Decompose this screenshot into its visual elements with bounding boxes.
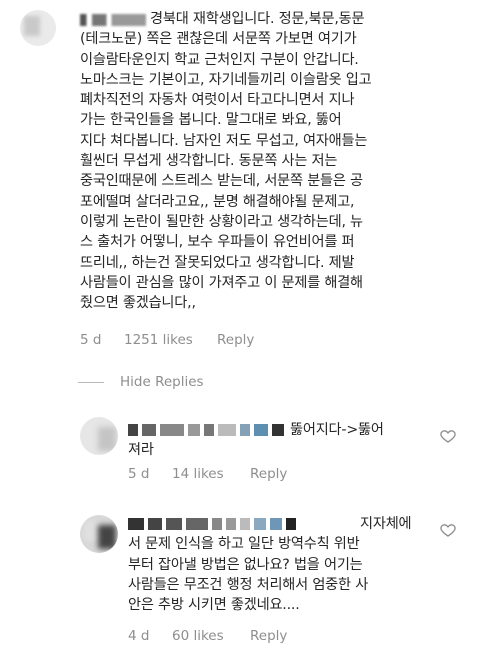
comment-age: 5 d	[128, 466, 150, 482]
reply-button[interactable]: Reply	[250, 466, 287, 482]
heart-outline-icon[interactable]	[440, 522, 456, 538]
user-avatar[interactable]	[80, 515, 118, 553]
reply-button[interactable]: Reply	[250, 628, 287, 644]
like-count[interactable]: 60 likes	[172, 628, 250, 644]
heart-outline-icon[interactable]	[440, 428, 456, 444]
comment-meta: 4 d 60 likes Reply	[128, 628, 287, 644]
comment-text: 지자체에 서 문제 인식을 하고 일단 방역수칙 위반 부터 잡아낼 방법은 없…	[128, 516, 412, 614]
comment-age: 4 d	[128, 628, 150, 644]
reply-button[interactable]: Reply	[217, 332, 254, 348]
like-count[interactable]: 14 likes	[172, 466, 250, 482]
comment-meta: 5 d 1251 likes Reply	[80, 332, 254, 348]
comment-text: 뚫어지다->뚫어 져라	[128, 422, 384, 459]
hide-replies-label: Hide Replies	[120, 374, 204, 390]
user-avatar[interactable]	[80, 417, 118, 455]
comment-text-body: 경북대 재학생입니다. 정문,북문,동문 (테크노문) 쪽은 괜찮은데 서문쪽 …	[80, 11, 372, 312]
comment-meta: 5 d 14 likes Reply	[128, 466, 287, 482]
hide-replies-toggle[interactable]: Hide Replies	[78, 374, 204, 390]
like-count[interactable]: 1251 likes	[124, 332, 217, 348]
user-avatar[interactable]	[20, 10, 56, 46]
comment-age: 5 d	[80, 332, 102, 348]
divider-line	[78, 381, 104, 383]
